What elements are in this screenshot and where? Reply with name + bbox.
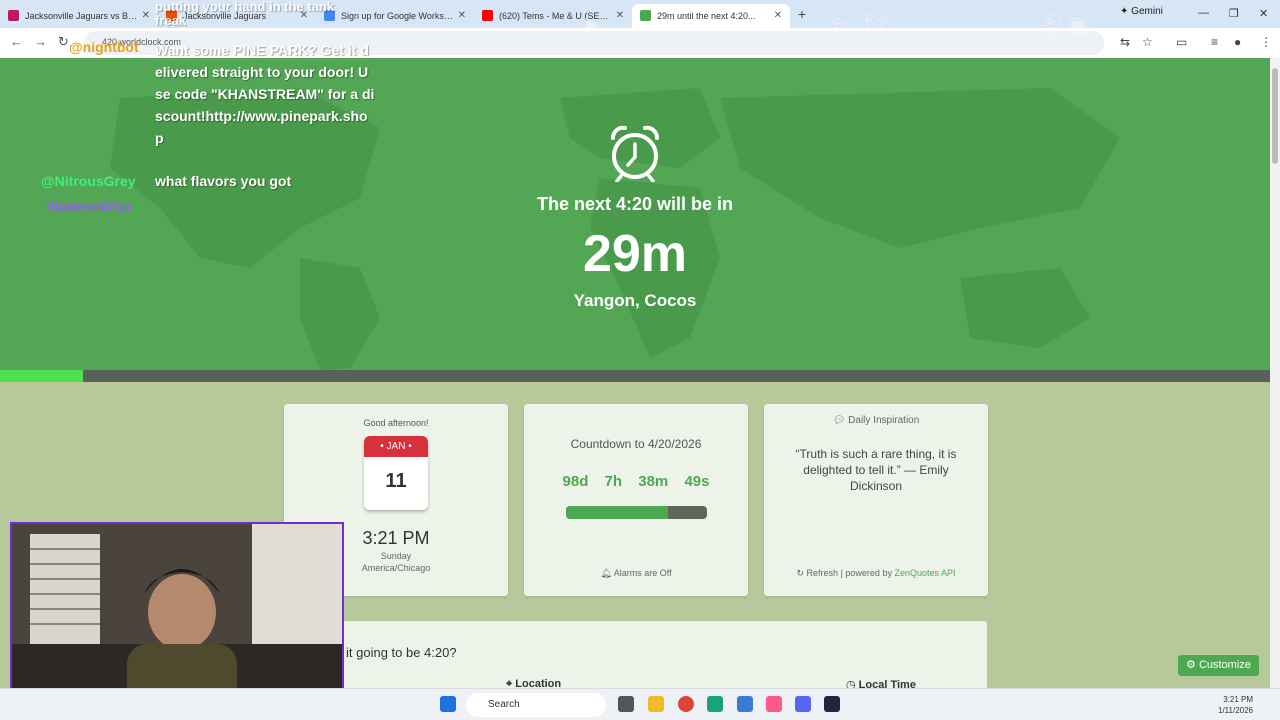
snapchat-icon: 👻︎ — [1038, 14, 1064, 36]
hour-progress-bar — [0, 370, 1270, 382]
chat-username-nightbot: @nightbot — [69, 39, 139, 55]
chat-username-nitrousgrey: @NitrousGrey — [41, 173, 136, 189]
countdown-progress-bar — [565, 506, 707, 519]
forward-icon[interactable]: → — [34, 34, 47, 49]
countdown-minutes: 38m — [638, 473, 669, 490]
calendar-month: • JAN • — [364, 436, 428, 457]
chat-message-nitrousgrey: what flavors you got — [155, 173, 292, 189]
customize-label: Customize — [1198, 659, 1251, 671]
chat-message-nightbot: Want some PINE PARK? Get it delivered st… — [155, 42, 375, 146]
windows-taskbar: Search 3:21 PM 1/11/2026 — [0, 688, 1280, 720]
where-question-heading: it going to be 4:20? — [346, 645, 457, 660]
tab-title: Jacksonville Jaguars vs Buffalo — [25, 10, 138, 21]
close-tab-icon[interactable]: ✕ — [458, 10, 466, 21]
bell-icon: 🔔︎ — [600, 568, 612, 578]
profile-avatar-icon[interactable]: ● — [1234, 35, 1241, 49]
reload-icon[interactable]: ↻ — [58, 34, 69, 50]
file-explorer-icon[interactable] — [648, 696, 664, 712]
twitch-icon: ▣ — [1068, 14, 1087, 36]
tab-search-icon[interactable]: ≡ — [1211, 35, 1218, 49]
tab-jaguars-bills[interactable]: Jacksonville Jaguars vs Buffalo ✕ — [0, 4, 158, 28]
gemini-button[interactable]: ✦ Gemini — [1120, 6, 1163, 17]
tab-youtube[interactable]: (620) Tems - Me & U (SEV... ✕ — [474, 4, 632, 28]
countdown-hours: 7h — [604, 473, 623, 490]
app-icon[interactable] — [707, 696, 723, 712]
hour-progress-fill — [0, 370, 83, 382]
taskbar-date: 1/11/2026 — [1218, 706, 1253, 715]
twitter-icon: 🐦︎ — [864, 14, 890, 36]
itunes-icon[interactable] — [766, 696, 782, 712]
inspiration-header: 💬︎ Daily Inspiration — [764, 415, 988, 426]
new-tab-button[interactable]: + — [790, 6, 814, 22]
back-icon[interactable]: ← — [10, 34, 23, 49]
tab-title: 29m until the next 4:20... — [657, 10, 756, 21]
inspiration-card: 💬︎ Daily Inspiration “Truth is such a ra… — [764, 404, 988, 596]
refresh-button[interactable]: ↻ Refresh — [796, 568, 838, 578]
alarms-status: Alarms are Off — [613, 568, 672, 578]
close-tab-icon[interactable]: ✕ — [774, 10, 782, 21]
windows-start-icon[interactable] — [440, 696, 456, 712]
discord-icon[interactable] — [795, 696, 811, 712]
inspiration-footer: ↻ Refresh | powered by ZenQuotes API — [764, 568, 988, 579]
webcam-feed — [12, 524, 342, 710]
countdown-seconds: 49s — [684, 473, 710, 490]
taskbar-search[interactable]: Search — [466, 693, 606, 717]
translate-icon[interactable]: ⇆ — [1120, 35, 1130, 49]
close-window-icon[interactable]: ✕ — [1259, 7, 1268, 20]
cast-icon[interactable]: ▭ — [1176, 35, 1187, 49]
zenquotes-link[interactable]: ZenQuotes API — [894, 568, 955, 578]
taskbar-time: 3:21 PM — [1223, 695, 1253, 704]
taskbar-search-label: Search — [488, 699, 520, 710]
chat-partial-message: putting your hand in the tank freak — [155, 0, 335, 28]
instagram-icon: ◎ — [830, 14, 848, 36]
minimize-icon[interactable]: — — [1198, 7, 1209, 19]
streamer-webcam — [10, 522, 344, 712]
clock-favicon-icon — [640, 10, 651, 21]
site-favicon-icon — [8, 10, 19, 21]
restore-icon[interactable]: ❐ — [1229, 7, 1239, 20]
powered-by-text: | powered by — [840, 568, 892, 578]
close-tab-icon[interactable]: ✕ — [142, 10, 150, 21]
mail-icon[interactable] — [737, 696, 753, 712]
youtube-play-icon: ▶ — [585, 14, 601, 36]
close-tab-icon[interactable]: ✕ — [616, 10, 624, 21]
next-420-subtitle: The next 4:20 will be in — [536, 194, 734, 214]
next-420-location: Yangon, Cocos — [573, 291, 697, 310]
customize-button[interactable]: ⚙ Customize — [1178, 655, 1259, 676]
countdown-title: Countdown to 4/20/2026 — [570, 437, 702, 451]
refresh-icon: ↻ — [796, 568, 805, 578]
menu-kebab-icon[interactable]: ⋮ — [1260, 35, 1272, 49]
greeting-text: Good afternoon! — [363, 418, 429, 428]
gear-icon: ⚙ — [1186, 659, 1196, 671]
task-view-icon[interactable] — [618, 696, 634, 712]
bookmark-star-icon[interactable]: ☆ — [1142, 35, 1153, 49]
quote-bubble-icon: 💬︎ — [832, 415, 846, 426]
calendar-month-text: JAN — [386, 441, 406, 452]
alarms-toggle[interactable]: 🔔︎ Alarms are Off — [524, 568, 748, 579]
refresh-label: Refresh — [806, 568, 839, 578]
countdown-values: 98d 7h 38m 49s — [524, 473, 748, 490]
where-is-420-card: it going to be 4:20? ⌖ Location ◷ Local … — [284, 621, 987, 691]
chrome-icon[interactable] — [678, 696, 694, 712]
page-scrollbar[interactable] — [1270, 58, 1280, 688]
calendar-day: 11 — [385, 470, 407, 492]
alarm-clock-icon — [611, 125, 659, 182]
countdown-days: 98d — [562, 473, 589, 490]
youtube-icon — [482, 10, 493, 21]
chat-username-violence4you: Violence4You — [46, 199, 131, 214]
steam-icon[interactable] — [824, 696, 840, 712]
daily-quote: “Truth is such a rare thing, it is delig… — [795, 447, 957, 493]
calendar-icon: • JAN • 11 — [364, 436, 428, 510]
next-420-countdown: 29m — [582, 225, 688, 283]
taskbar-clock[interactable]: 3:21 PM 1/11/2026 — [1218, 694, 1253, 716]
scrollbar-thumb[interactable] — [1272, 68, 1278, 164]
inspiration-title: Daily Inspiration — [848, 415, 920, 426]
countdown-card: Countdown to 4/20/2026 98d 7h 38m 49s 🔔︎… — [524, 404, 748, 596]
tab-420-clock[interactable]: 29m until the next 4:20... ✕ — [632, 3, 790, 28]
countdown-progress-fill — [565, 506, 669, 519]
gemini-label: Gemini — [1131, 6, 1163, 17]
